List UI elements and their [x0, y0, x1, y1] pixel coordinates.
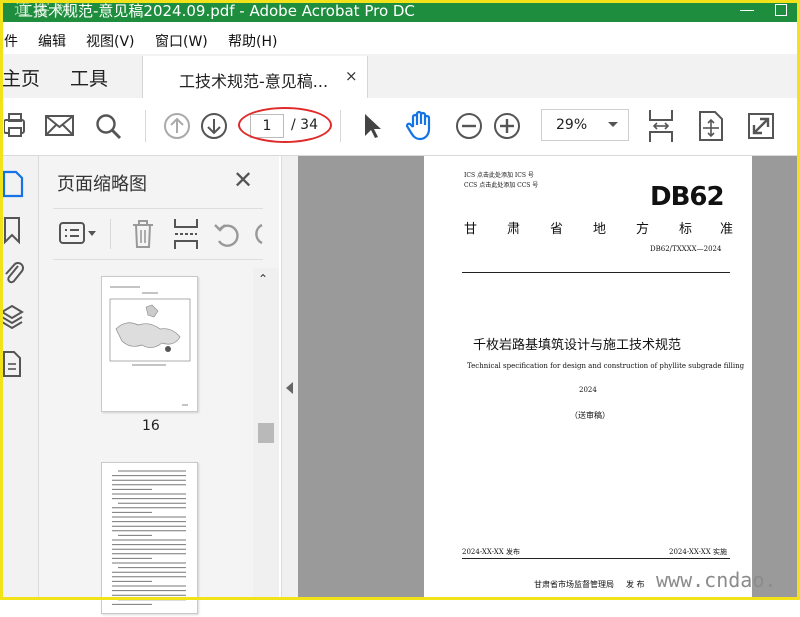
chevron-down-icon [608, 122, 618, 127]
hand-tool-icon[interactable] [404, 110, 436, 142]
publish-date: 2024-XX-XX 发布 [462, 548, 520, 556]
thumbnail-scrollbar[interactable]: ⌃ [253, 268, 279, 600]
heading-char: 方 [636, 222, 650, 237]
toolbar-separator [340, 110, 341, 142]
issuing-authority: 甘肃省市场监督管理局 [534, 580, 614, 589]
tab-document[interactable]: 工技术规范-意见稿... × [142, 56, 368, 99]
select-cursor-icon[interactable] [362, 112, 384, 140]
zoom-dropdown[interactable]: 29% [541, 109, 629, 141]
ccs-line: CCS 点击此处添加 CCS 号 [464, 182, 539, 189]
toolbar-separator [145, 110, 146, 142]
heading-char: 准 [720, 222, 734, 237]
search-icon[interactable] [95, 113, 123, 141]
menu-window[interactable]: 窗口(W) [155, 31, 208, 51]
document-title-cn: 千枚岩路基填筑设计与施工技术规范 [473, 338, 682, 353]
tab-home[interactable]: 主页 [2, 64, 40, 91]
close-tab-icon[interactable]: × [345, 67, 358, 85]
scroll-up-icon[interactable]: ⌃ [258, 272, 268, 286]
panel-title: 页面缩略图 [57, 174, 147, 195]
options-menu-icon[interactable] [59, 221, 99, 247]
map-page-preview [109, 286, 191, 406]
fit-page-icon[interactable] [648, 108, 674, 144]
print-icon[interactable] [4, 111, 26, 141]
navigation-rail [0, 156, 39, 600]
site-logo-watermark: 道客网 [14, 0, 75, 18]
thumbnail-list: 16 [57, 264, 257, 614]
text-page-preview [112, 470, 186, 605]
tab-document-label: 工技术规范-意见稿... [179, 72, 329, 91]
standard-logo: DB62 [650, 182, 725, 212]
title-bar: 工技术规范-意见稿2024.09.pdf - Adobe Acrobat Pro… [0, 0, 800, 22]
implement-date: 2024-XX-XX 实施 [669, 548, 727, 556]
zoom-out-icon[interactable] [455, 112, 483, 140]
rotate-clockwise-icon[interactable] [253, 221, 263, 247]
heading-char: 甘 [464, 222, 478, 237]
full-screen-icon[interactable] [747, 112, 775, 140]
pdf-page: ICS 点击此处添加 ICS 号 CCS 点击此处添加 CCS 号 DB62 甘… [424, 156, 752, 600]
menu-help[interactable]: 帮助(H) [228, 31, 277, 51]
heading-char: 省 [550, 222, 564, 237]
page-down-icon[interactable] [200, 112, 228, 140]
thumbnail-panel: 页面缩略图 ✕ 16 ⌃ [39, 156, 279, 614]
minimize-icon[interactable] [740, 10, 754, 11]
insert-page-icon[interactable] [173, 217, 199, 251]
menu-view[interactable]: 视图(V) [86, 31, 135, 51]
document-icon[interactable] [2, 350, 22, 378]
tab-bar: 主页 工具 工技术规范-意见稿... × [0, 54, 800, 99]
heading-char: 标 [679, 222, 693, 237]
standard-number: DB62/TXXXX—2024 [650, 245, 722, 253]
panel-splitter[interactable] [281, 156, 298, 600]
tab-tools[interactable]: 工具 [70, 64, 108, 91]
page-scroll-icon[interactable] [698, 110, 724, 142]
rotate-counterclockwise-icon[interactable] [213, 221, 241, 247]
issue-label: 发 布 [626, 580, 645, 589]
maximize-icon[interactable] [775, 4, 787, 16]
header-rule [462, 272, 730, 273]
page-thumbnail-17[interactable] [101, 462, 198, 614]
collapse-panel-icon[interactable] [286, 382, 293, 394]
site-watermark: www.cndao. [656, 568, 777, 592]
panel-separator [110, 219, 111, 249]
panel-toolbar [53, 208, 263, 260]
thumbnail-page-label: 16 [142, 418, 160, 434]
layers-icon[interactable] [0, 304, 24, 332]
delete-icon[interactable] [131, 219, 155, 249]
page-up-icon[interactable] [163, 112, 191, 140]
heading-char: 地 [593, 222, 607, 237]
menu-edit[interactable]: 编辑 [38, 31, 66, 51]
zoom-in-icon[interactable] [493, 112, 521, 140]
mail-icon[interactable] [45, 115, 75, 137]
page-thumbnail-16[interactable] [101, 276, 198, 412]
document-title-en: Technical specification for design and c… [467, 362, 745, 370]
heading-char: 肃 [507, 222, 521, 237]
close-icon[interactable]: ✕ [233, 166, 253, 194]
footer-rule [462, 558, 730, 559]
attachment-icon[interactable] [2, 260, 24, 288]
toolbar: 1 / 34 29% [0, 98, 800, 156]
bookmark-icon[interactable] [2, 216, 22, 244]
document-stage: （送审稿） [570, 411, 610, 420]
window-title: 工技术规范-意见稿2024.09.pdf - Adobe Acrobat Pro… [18, 2, 415, 20]
menu-file[interactable]: 件 [4, 31, 18, 51]
scrollbar-thumb[interactable] [258, 423, 274, 443]
red-highlight-ellipse [238, 107, 332, 143]
standard-type-heading: 甘 肃 省 地 方 标 准 [464, 218, 734, 238]
ics-line: ICS 点击此处添加 ICS 号 [464, 172, 534, 179]
document-year: 2024 [579, 386, 597, 394]
menu-bar: 件 编辑 视图(V) 窗口(W) 帮助(H) [0, 28, 800, 52]
zoom-value: 29% [556, 117, 588, 133]
page-thumbnails-icon[interactable] [2, 170, 24, 198]
